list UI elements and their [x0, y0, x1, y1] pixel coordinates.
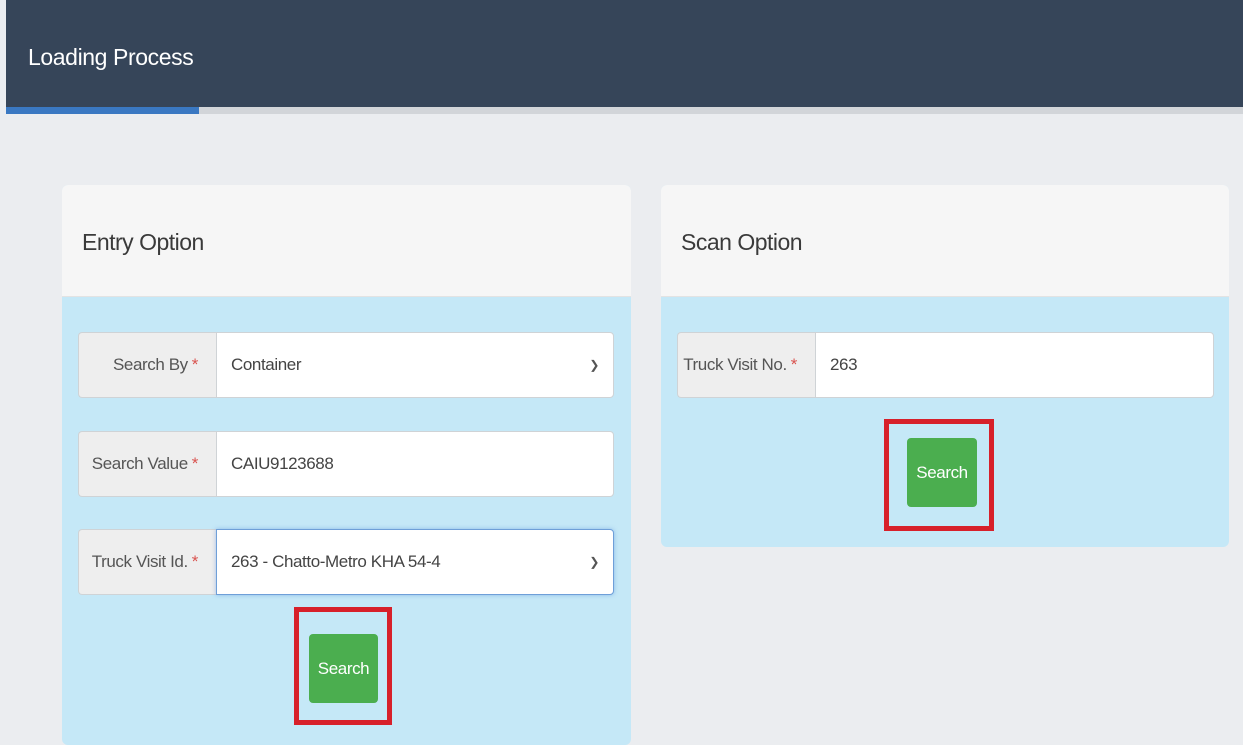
search-value-label: Search Value *	[78, 431, 216, 497]
top-header: Loading Process	[6, 0, 1243, 107]
page-title: Loading Process	[28, 44, 194, 70]
search-value-input[interactable]: CAIU9123688	[216, 431, 614, 497]
chevron-down-icon: ❯	[589, 555, 599, 569]
chevron-down-icon: ❯	[589, 358, 599, 372]
truck-visit-no-input[interactable]: 263	[815, 332, 1214, 398]
truck-visit-no-label: Truck Visit No. *	[677, 332, 815, 398]
search-by-select[interactable]: Container ❯	[216, 332, 614, 398]
search-by-field: Search By * Container ❯	[78, 332, 614, 398]
scan-option-title: Scan Option	[681, 229, 803, 255]
entry-option-title: Entry Option	[82, 229, 204, 255]
search-by-label: Search By *	[78, 332, 216, 398]
scan-search-button[interactable]: Search	[907, 438, 977, 507]
search-value-field: Search Value * CAIU9123688	[78, 431, 614, 497]
active-tab-indicator	[6, 107, 199, 114]
truck-visit-id-label: Truck Visit Id. *	[78, 529, 216, 595]
truck-visit-no-field: Truck Visit No. * 263	[677, 332, 1214, 398]
scan-option-header: Scan Option	[661, 185, 1229, 297]
truck-visit-id-field: Truck Visit Id. * 263 - Chatto-Metro KHA …	[78, 529, 614, 595]
truck-visit-id-select[interactable]: 263 - Chatto-Metro KHA 54-4 ❯	[216, 529, 614, 595]
entry-option-header: Entry Option	[62, 185, 631, 297]
entry-search-button[interactable]: Search	[309, 634, 378, 703]
